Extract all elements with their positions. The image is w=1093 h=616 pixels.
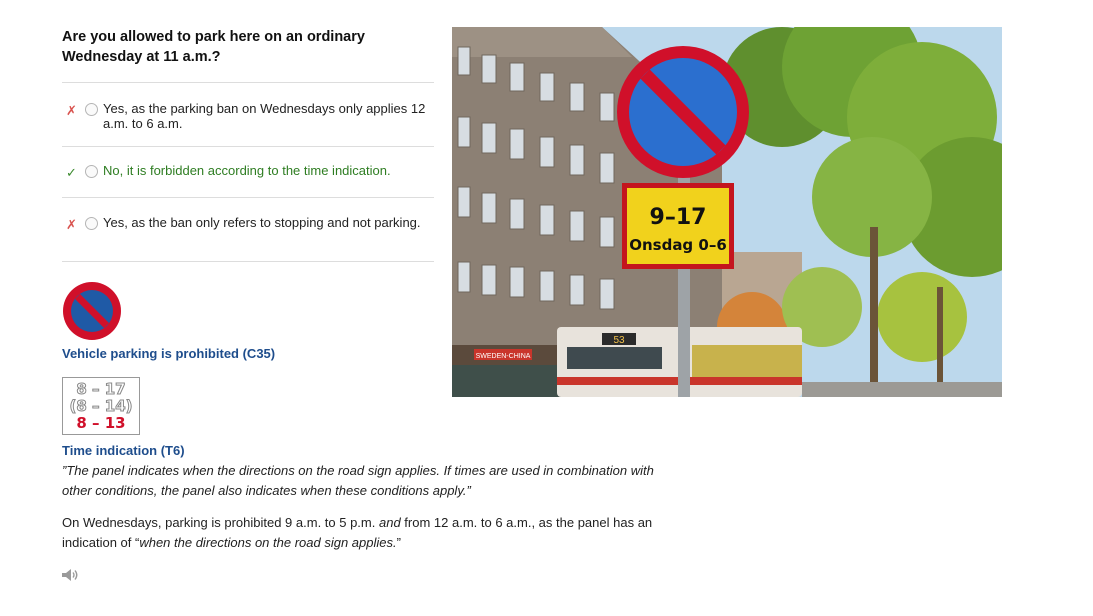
- answer-option-2[interactable]: ✓ No, it is forbidden according to the t…: [62, 146, 434, 197]
- no-parking-sign-icon[interactable]: [62, 281, 122, 341]
- panel-line: 8 – 17: [76, 380, 126, 398]
- radio-button[interactable]: [85, 165, 98, 178]
- sign-title-t6: Time indication (T6): [62, 443, 185, 458]
- shop-sign-text: SWEDEN-CHINA: [476, 353, 531, 360]
- road-sign-photo: SWEDEN-CHINA 53 9–17 Onsdag 0–6: [452, 27, 1002, 397]
- panel-line: 8 – 13: [76, 414, 126, 432]
- photo-panel-line-1: 9–17: [650, 205, 707, 230]
- correct-mark-icon: ✓: [66, 165, 77, 180]
- sign-description-quote: ”The panel indicates when the directions…: [62, 463, 654, 498]
- answer-text: Yes, as the ban only refers to stopping …: [103, 215, 421, 230]
- radio-button[interactable]: [85, 217, 98, 230]
- radio-button[interactable]: [85, 103, 98, 116]
- answer-list: ✗ Yes, as the parking ban on Wednesdays …: [62, 82, 434, 262]
- photo-panel-line-2: Onsdag 0–6: [629, 236, 727, 254]
- question-text: Are you allowed to park here on an ordin…: [62, 29, 365, 65]
- wrong-mark-icon: ✗: [66, 217, 77, 232]
- sign-title-c35: Vehicle parking is prohibited (C35): [62, 346, 276, 361]
- wrong-mark-icon: ✗: [66, 103, 77, 118]
- speaker-icon[interactable]: [61, 568, 79, 582]
- explanation-text: On Wednesdays, parking is prohibited 9 a…: [62, 515, 653, 550]
- answer-option-1[interactable]: ✗ Yes, as the parking ban on Wednesdays …: [62, 82, 434, 146]
- time-indication-sign-icon[interactable]: 8 – 17 (8 – 14) 8 – 13: [62, 377, 140, 435]
- answer-text: Yes, as the parking ban on Wednesdays on…: [103, 101, 426, 131]
- answer-option-3[interactable]: ✗ Yes, as the ban only refers to stoppin…: [62, 197, 434, 262]
- answer-text: No, it is forbidden according to the tim…: [103, 163, 391, 178]
- panel-line: (8 – 14): [69, 397, 133, 415]
- bus-number-text: 53: [613, 335, 625, 346]
